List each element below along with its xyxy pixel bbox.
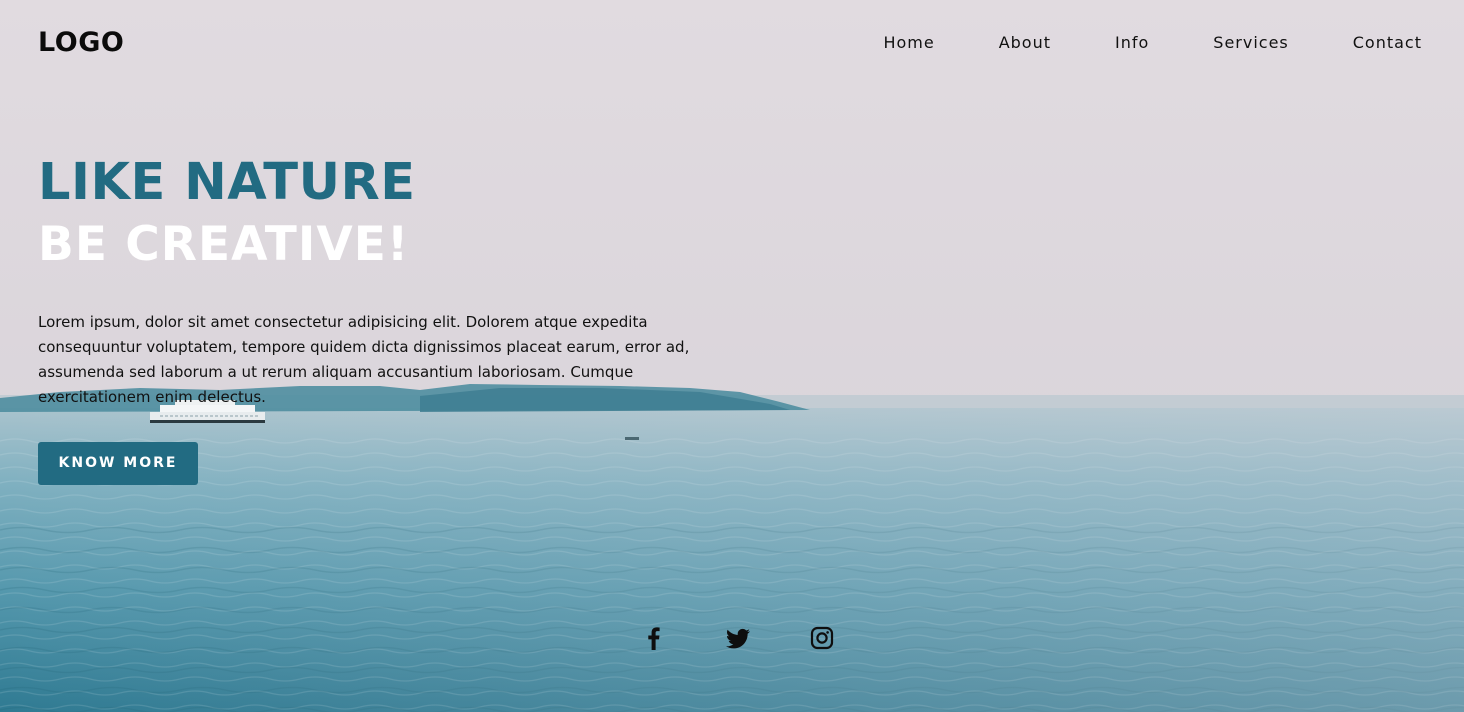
hero-description: Lorem ipsum, dolor sit amet consectetur … — [38, 313, 690, 406]
main-nav: Home About Info Services Contact — [883, 33, 1422, 53]
nav-link-home[interactable]: Home — [883, 33, 934, 53]
know-more-button[interactable]: KNOW MORE — [38, 442, 198, 485]
nav-link-contact[interactable]: Contact — [1353, 33, 1422, 53]
hero-title-secondary: BE CREATIVE! — [38, 217, 410, 272]
hero-section: LIKE NATURE BE CREATIVE! Lorem ipsum, do… — [38, 150, 738, 485]
site-header: LOGO Home About Info Services Contact — [0, 0, 1464, 86]
hero-title-primary: LIKE NATURE — [38, 153, 416, 212]
nav-link-services[interactable]: Services — [1213, 33, 1288, 53]
logo[interactable]: LOGO — [38, 27, 124, 59]
facebook-icon[interactable] — [640, 624, 668, 652]
nav-link-info[interactable]: Info — [1115, 33, 1149, 53]
twitter-icon[interactable] — [724, 624, 752, 652]
nav-link-about[interactable]: About — [999, 33, 1051, 53]
social-links — [640, 624, 836, 652]
instagram-icon[interactable] — [808, 624, 836, 652]
